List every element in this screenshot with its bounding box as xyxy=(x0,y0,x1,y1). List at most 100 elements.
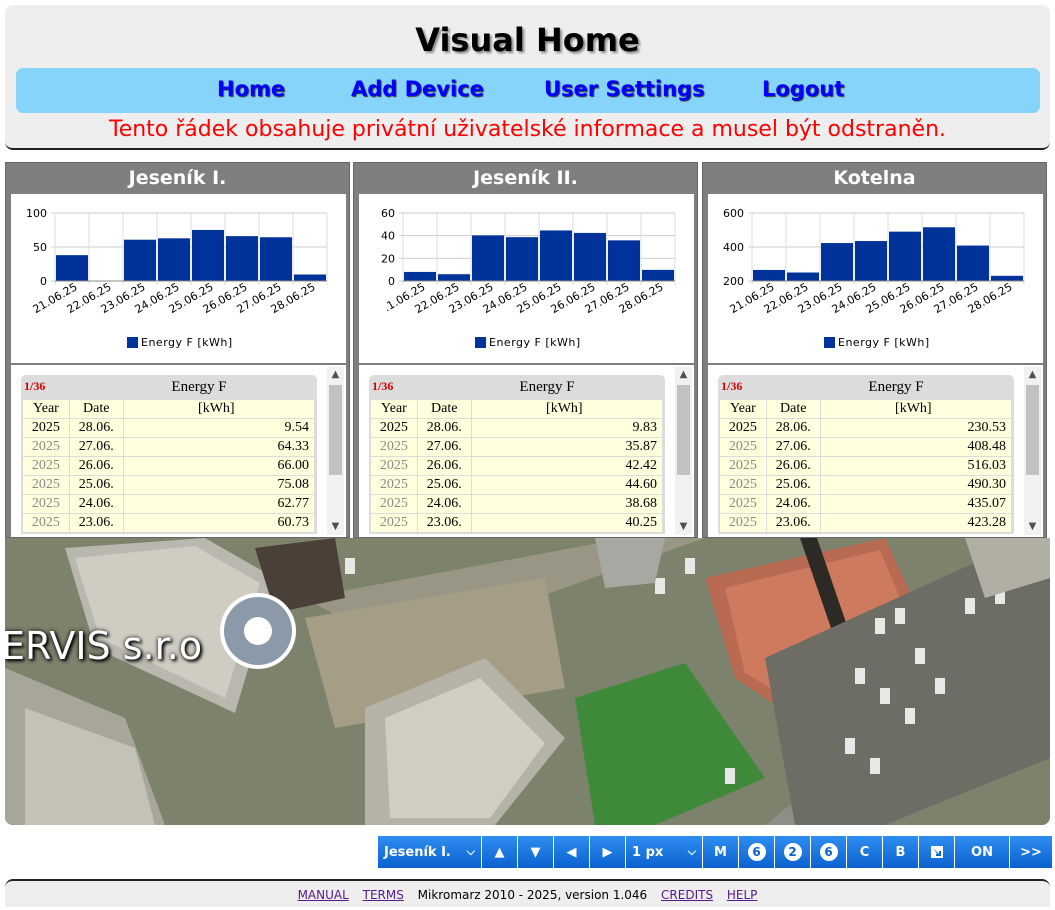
cell-date: 25.06. xyxy=(69,476,123,494)
cell-year: 2025 xyxy=(371,514,417,532)
resize-button[interactable] xyxy=(919,836,955,868)
device-select[interactable]: Jeseník I. ⌵ xyxy=(378,836,482,868)
legend-label: Energy F [kWh] xyxy=(141,336,233,349)
scroll-thumb[interactable] xyxy=(1026,385,1039,475)
cell-value: 40.25 xyxy=(471,514,662,532)
scroll-down-icon[interactable]: ▼ xyxy=(1024,519,1041,535)
cell-year: 2025 xyxy=(720,457,766,475)
cell-value: 516.03 xyxy=(820,457,1011,475)
energy-table: 1/36 Energy F Year Date [kWh] 2025 28.06. 9.83 2… xyxy=(359,365,694,537)
page-header: Visual Home Home Add Device User Setting… xyxy=(5,5,1050,150)
scroll-up-icon[interactable]: ▲ xyxy=(327,367,344,383)
resize-icon xyxy=(930,846,943,858)
table-scrollbar[interactable]: ▲ ▼ xyxy=(675,367,692,535)
cell-year: 2025 xyxy=(371,476,417,494)
footer-copyright: Mikromarz 2010 - 2025, version 1.046 xyxy=(417,888,648,902)
cell-year: 2025 xyxy=(23,457,69,475)
cell-date: 24.06. xyxy=(417,495,471,513)
map-place-label: ERVIS s.r.o xyxy=(5,624,203,668)
cell-date: 24.06. xyxy=(766,495,820,513)
on-button[interactable]: ON xyxy=(955,836,1010,868)
legend-swatch xyxy=(475,337,486,348)
bar xyxy=(608,240,640,281)
cell-value: 423.28 xyxy=(820,514,1011,532)
cell-value: 435.07 xyxy=(820,495,1011,513)
scroll-down-icon[interactable]: ▼ xyxy=(327,519,344,535)
scroll-thumb[interactable] xyxy=(677,385,690,475)
table-body: Year Date [kWh] 2025 28.06. 9.83 2025 27.06. 35.… xyxy=(369,399,665,534)
cell-date: 28.06. xyxy=(766,419,820,437)
cell-value: 44.60 xyxy=(471,476,662,494)
cell-date: 25.06. xyxy=(417,476,471,494)
chevron-down-icon: ⌵ xyxy=(687,845,696,858)
energy-chart: 0 20 40 60.1.06.25 22.06.25 23.06.25 24.06.25 2… xyxy=(359,194,694,363)
move-left-button[interactable]: ◀ xyxy=(554,836,590,868)
nav-home[interactable]: Home xyxy=(217,77,285,101)
cell-year: 2025 xyxy=(371,438,417,456)
table-row: 2025 24.06. 435.07 xyxy=(720,495,1012,514)
y-tick-label: 0 xyxy=(388,275,395,288)
app-root: Visual Home Home Add Device User Setting… xyxy=(0,0,1055,910)
legend-swatch xyxy=(127,337,138,348)
nav-add-device[interactable]: Add Device xyxy=(351,77,484,101)
table-header: 1/36 Energy F xyxy=(718,375,1014,399)
table-row: 2025 24.06. 62.77 xyxy=(23,495,315,514)
main-nav: Home Add Device User Settings Logout xyxy=(16,68,1040,113)
footer-help-link[interactable]: HELP xyxy=(727,888,758,902)
aerial-map[interactable]: ERVIS s.r.o xyxy=(5,538,1050,825)
header-date: Date xyxy=(417,400,471,418)
move-right-button[interactable]: ▶ xyxy=(590,836,626,868)
device-panel-3: Kotelna 200 400 600 21.06.25 22.06.25 23.06.2… xyxy=(702,162,1047,538)
cell-year: 2025 xyxy=(720,419,766,437)
y-tick-label: 400 xyxy=(723,241,744,254)
circle-2-icon: 2 xyxy=(783,843,802,861)
legend-label: Energy F [kWh] xyxy=(838,336,930,349)
move-down-button[interactable]: ▼ xyxy=(518,836,554,868)
more-button[interactable]: >> xyxy=(1010,836,1052,868)
nav-logout[interactable]: Logout xyxy=(762,77,844,101)
cell-date: 28.06. xyxy=(69,419,123,437)
nav-user-settings[interactable]: User Settings xyxy=(544,77,705,101)
cell-value: 9.83 xyxy=(471,419,662,437)
scroll-down-icon[interactable]: ▼ xyxy=(675,519,692,535)
header-unit: [kWh] xyxy=(820,400,1011,418)
footer-manual-link[interactable]: MANUAL xyxy=(298,888,349,902)
cell-date: 24.06. xyxy=(69,495,123,513)
step-size-select[interactable]: 1 px ⌵ xyxy=(626,836,703,868)
table-header: 1/36 Energy F xyxy=(369,375,665,399)
table-row: 2025 25.06. 75.08 xyxy=(23,476,315,495)
chevron-down-icon: ⌵ xyxy=(466,845,475,858)
c-button[interactable]: C xyxy=(847,836,883,868)
energy-chart: 0 50 100 21.06.25 22.06.25 23.06.25 24.06.25 25… xyxy=(11,194,346,363)
table-row: 2025 28.06. 9.83 xyxy=(371,419,663,438)
table-scrollbar[interactable]: ▲ ▼ xyxy=(327,367,344,535)
move-up-button[interactable]: ▲ xyxy=(482,836,518,868)
b-button[interactable]: B xyxy=(883,836,919,868)
privacy-notice: Tento řádek obsahuje privátní uživatelsk… xyxy=(109,117,946,142)
panel-title: Kotelna xyxy=(833,167,916,189)
cell-year: 2025 xyxy=(23,419,69,437)
scroll-up-icon[interactable]: ▲ xyxy=(675,367,692,383)
panel-title: Jeseník I. xyxy=(128,167,227,189)
y-tick-label: 200 xyxy=(723,275,744,288)
table-row: 2025 23.06. 40.25 xyxy=(371,514,663,533)
cell-year: 2025 xyxy=(371,457,417,475)
table-row: 2025 26.06. 66.00 xyxy=(23,457,315,476)
cell-date: 26.06. xyxy=(69,457,123,475)
table-scrollbar[interactable]: ▲ ▼ xyxy=(1024,367,1041,535)
bar xyxy=(574,232,606,281)
scroll-thumb[interactable] xyxy=(329,385,342,475)
legend-label: Energy F [kWh] xyxy=(489,336,581,349)
header-date: Date xyxy=(69,400,123,418)
size-6b-button[interactable]: 6 xyxy=(811,836,847,868)
cell-date: 23.06. xyxy=(69,514,123,532)
footer-credits-link[interactable]: CREDITS xyxy=(661,888,713,902)
table-column-title: Energy F xyxy=(868,379,924,395)
size-2-button[interactable]: 2 xyxy=(775,836,811,868)
scroll-up-icon[interactable]: ▲ xyxy=(1024,367,1041,383)
table-row: 2025 28.06. 230.53 xyxy=(720,419,1012,438)
m-button[interactable]: M xyxy=(703,836,739,868)
table-row: 2025 23.06. 423.28 xyxy=(720,514,1012,533)
size-6-button[interactable]: 6 xyxy=(739,836,775,868)
footer-terms-link[interactable]: TERMS xyxy=(363,888,404,902)
